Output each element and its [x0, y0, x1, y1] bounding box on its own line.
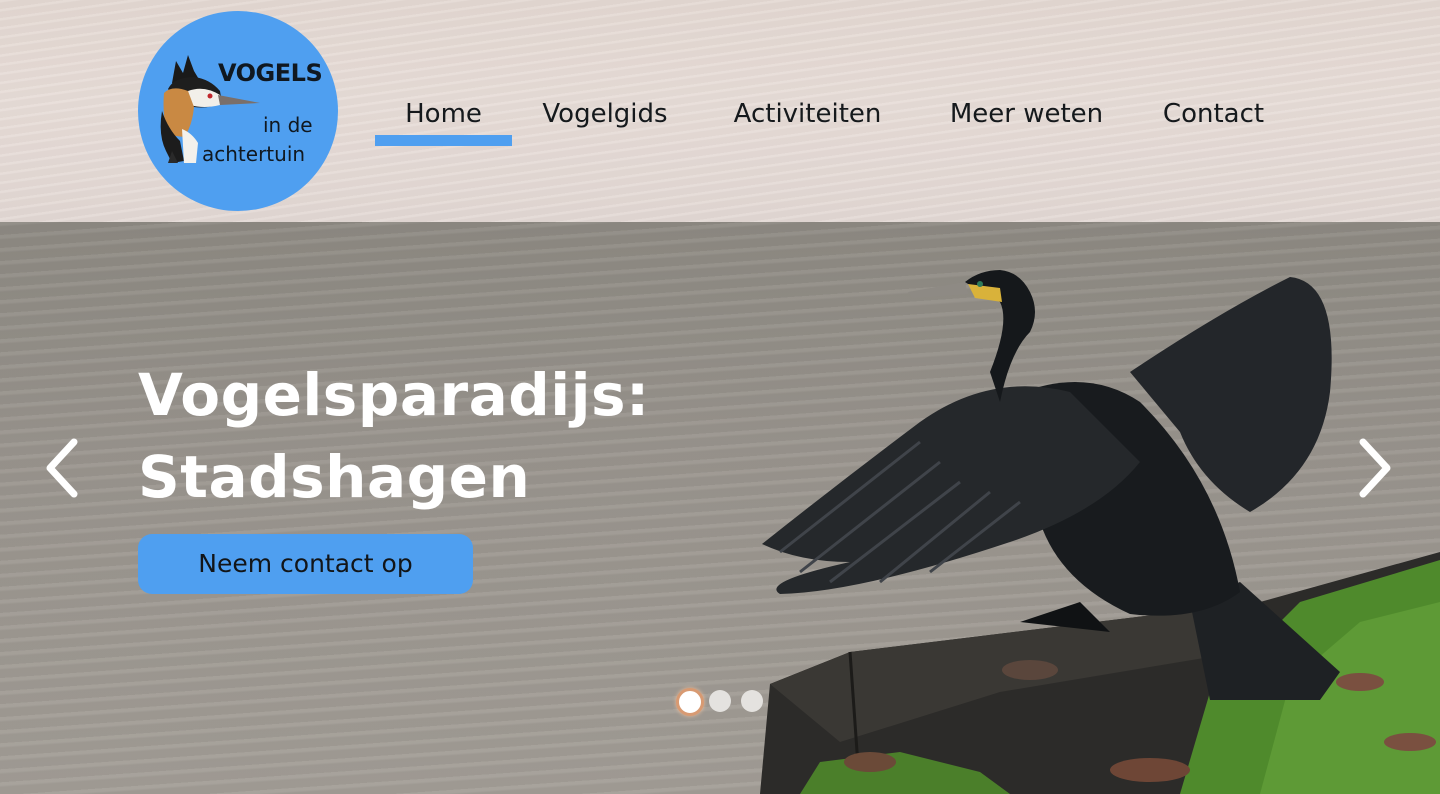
slider-dot-3[interactable] [741, 690, 763, 712]
logo-subtitle-line2: achtertuin [202, 142, 306, 166]
grebe-logo-icon [160, 55, 260, 163]
hero-title-line1: Vogelsparadijs: [138, 361, 650, 429]
slider-dot-2[interactable] [709, 690, 731, 712]
slider-dot-1[interactable] [676, 688, 704, 716]
slider-next-button[interactable] [1355, 436, 1395, 500]
chevron-left-icon [46, 438, 78, 498]
contact-cta-button[interactable]: Neem contact op [138, 534, 473, 594]
nav-item-home[interactable]: Home [375, 96, 512, 148]
page: VOGELS in de achtertuin Home Vogelgids A… [0, 0, 1440, 794]
hero-slider: Vogelsparadijs: Stadshagen Neem contact … [0, 222, 1440, 794]
logo-title: VOGELS [218, 59, 323, 87]
nav-item-vogelgids[interactable]: Vogelgids [535, 96, 675, 148]
nav-item-contact[interactable]: Contact [1156, 96, 1271, 148]
chevron-right-icon [1359, 438, 1391, 498]
slider-prev-button[interactable] [42, 436, 82, 500]
nav-item-meer-weten[interactable]: Meer weten [944, 96, 1109, 148]
site-header: VOGELS in de achtertuin Home Vogelgids A… [0, 0, 1440, 222]
site-logo[interactable]: VOGELS in de achtertuin [138, 11, 338, 211]
logo-subtitle-line1: in de [263, 113, 313, 137]
hero-title: Vogelsparadijs: Stadshagen [138, 354, 698, 518]
nav-item-activiteiten[interactable]: Activiteiten [725, 96, 890, 148]
hero-title-line2: Stadshagen [138, 443, 531, 511]
